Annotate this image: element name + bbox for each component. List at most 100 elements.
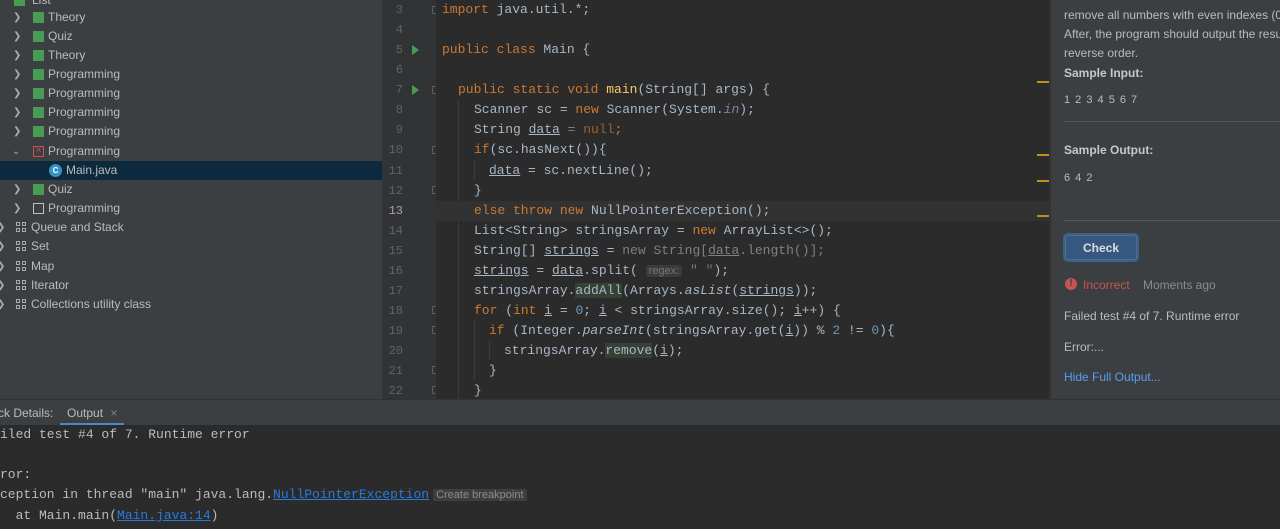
tree-item-quiz[interactable]: ❯ Quiz: [0, 180, 382, 199]
line-number: 5: [395, 43, 403, 57]
chevron-right-icon[interactable]: ❯: [13, 84, 23, 103]
task-description-text: After, the program should output the res…: [1064, 27, 1280, 41]
tree-item-queue-and-stack[interactable]: ❯ Queue and Stack: [0, 218, 382, 237]
lesson-grid-icon: [16, 261, 27, 272]
warning-marker[interactable]: [1037, 180, 1049, 182]
chevron-right-icon[interactable]: ❯: [13, 122, 23, 141]
error-stripe[interactable]: [1037, 0, 1049, 399]
code-line: List<String> stringsArray = new ArrayLis…: [474, 223, 833, 238]
task-description-panel: remove all numbers with even indexes (0,…: [1051, 0, 1280, 399]
task-solved-icon: [33, 50, 44, 61]
warning-marker[interactable]: [1037, 154, 1049, 156]
console-line: iled test #4 of 7. Runtime error: [0, 427, 250, 442]
tab-output[interactable]: Output ×: [60, 400, 125, 426]
error-icon: !: [1065, 278, 1077, 290]
tree-item-programming[interactable]: ❯ Programming: [0, 122, 382, 141]
code-line: String data = null;: [474, 122, 623, 137]
error-label: Error:...: [1064, 340, 1105, 354]
line-number: 10: [388, 143, 403, 157]
chevron-right-icon[interactable]: ❯: [13, 27, 23, 46]
chevron-right-icon[interactable]: ❯: [13, 180, 23, 199]
line-number: 14: [388, 224, 403, 238]
chevron-right-icon[interactable]: ❯: [0, 237, 7, 256]
lesson-grid-icon: [16, 222, 27, 233]
create-breakpoint-button[interactable]: Create breakpoint: [433, 489, 527, 501]
run-main-icon[interactable]: [412, 85, 419, 95]
chevron-right-icon[interactable]: ❯: [13, 46, 23, 65]
tree-item-map[interactable]: ❯ Map: [0, 257, 382, 276]
task-unsolved-icon: [33, 203, 44, 214]
warning-marker[interactable]: [1037, 215, 1049, 217]
sample-output-label: Sample Output:: [1064, 143, 1154, 157]
line-number: 7: [395, 83, 403, 97]
line-number: 18: [388, 304, 403, 318]
line-number: 15: [388, 244, 403, 258]
chevron-right-icon[interactable]: ❯: [13, 65, 23, 84]
hide-full-output-link[interactable]: Hide Full Output...: [1064, 370, 1161, 384]
tree-item-programming[interactable]: ❯ Programming: [0, 199, 382, 218]
parameter-hint: regex:: [645, 265, 683, 277]
task-solved-icon: [33, 12, 44, 23]
chevron-right-icon[interactable]: ❯: [13, 199, 23, 218]
chevron-right-icon[interactable]: ❯: [0, 218, 7, 237]
stacktrace-link[interactable]: Main.java:14: [117, 508, 211, 523]
tree-item-set[interactable]: ❯ Set: [0, 237, 382, 256]
tree-item-theory[interactable]: ❯ Theory: [0, 46, 382, 65]
code-line: String[] strings = new String[data.lengt…: [474, 243, 826, 258]
tree-item-programming[interactable]: ❯ Programming: [0, 65, 382, 84]
close-icon[interactable]: ×: [110, 406, 117, 420]
chevron-down-icon[interactable]: ⌄: [12, 142, 22, 161]
code-line: data = sc.nextLine();: [489, 163, 653, 178]
code-line-current: else throw new NullPointerException();: [436, 201, 1049, 221]
line-number: 20: [388, 344, 403, 358]
warning-marker[interactable]: [1037, 81, 1049, 83]
sample-output-value: 6 4 2: [1064, 172, 1094, 184]
tree-item-programming[interactable]: ❯ Programming: [0, 84, 382, 103]
task-description-text: reverse order.: [1064, 46, 1139, 60]
code-line: if (Integer.parseInt(stringsArray.get(i)…: [489, 323, 895, 338]
code-line: }: [489, 363, 497, 378]
code-line: stringsArray.remove(i);: [504, 343, 684, 358]
tree-item-theory[interactable]: ❯ Theory: [0, 8, 382, 27]
editor-gutter: 3 4 5 6 7 8 9 10 11 12 13 14 15 16 17 18…: [382, 0, 436, 399]
line-number: 3: [395, 3, 403, 17]
line-number: 16: [388, 264, 403, 278]
chevron-right-icon[interactable]: ❯: [0, 257, 7, 276]
code-line: stringsArray.addAll(Arrays.asList(string…: [474, 283, 818, 298]
line-number: 22: [388, 384, 403, 398]
line-number: 4: [395, 23, 403, 37]
tree-item-programming[interactable]: ❯ Programming: [0, 103, 382, 122]
tree-item-quiz[interactable]: ❯ Quiz: [0, 27, 382, 46]
tree-item-collections-utility-class[interactable]: ❯ Collections utility class: [0, 295, 382, 314]
code-line: }: [474, 183, 482, 198]
line-number-current: 13: [388, 204, 403, 218]
line-number: 12: [388, 184, 403, 198]
line-number: 8: [395, 103, 403, 117]
chevron-right-icon[interactable]: ❯: [13, 8, 23, 27]
tree-item-iterator[interactable]: ❯ Iterator: [0, 276, 382, 295]
code-line: public class Main {: [442, 42, 591, 57]
tab-check-details[interactable]: ck Details:: [0, 400, 53, 426]
lesson-grid-icon: [16, 299, 27, 310]
check-button[interactable]: Check: [1065, 235, 1137, 260]
project-tree: List ❯ Theory ❯ Quiz ❯ Theory ❯ Programm…: [0, 0, 382, 399]
chevron-right-icon[interactable]: ❯: [0, 276, 7, 295]
code-line: if(sc.hasNext()){: [474, 142, 607, 157]
task-solved-icon: [33, 107, 44, 118]
exception-link[interactable]: NullPointerException: [273, 487, 429, 502]
chevron-right-icon[interactable]: ❯: [0, 295, 7, 314]
tree-item-main-java[interactable]: C Main.java: [0, 161, 382, 180]
task-solved-icon: [33, 69, 44, 80]
tree-item-programming-failed[interactable]: ⌄ × Programming: [0, 142, 382, 161]
line-number: 6: [395, 63, 403, 77]
code-line: strings = data.split( regex: " ");: [474, 263, 730, 278]
run-class-icon[interactable]: [412, 45, 419, 55]
code-line: Scanner sc = new Scanner(System.in);: [474, 102, 755, 117]
line-number: 9: [395, 123, 403, 137]
sample-input-value: 1 2 3 4 5 6 7: [1064, 94, 1139, 106]
chevron-right-icon[interactable]: ❯: [13, 103, 23, 122]
task-solved-icon: [33, 126, 44, 137]
code-line: public static void main(String[] args) {: [458, 82, 771, 97]
code-editor[interactable]: import java.util.*; public class Main { …: [436, 0, 1049, 399]
output-console[interactable]: iled test #4 of 7. Runtime error ror: ce…: [0, 425, 1280, 529]
